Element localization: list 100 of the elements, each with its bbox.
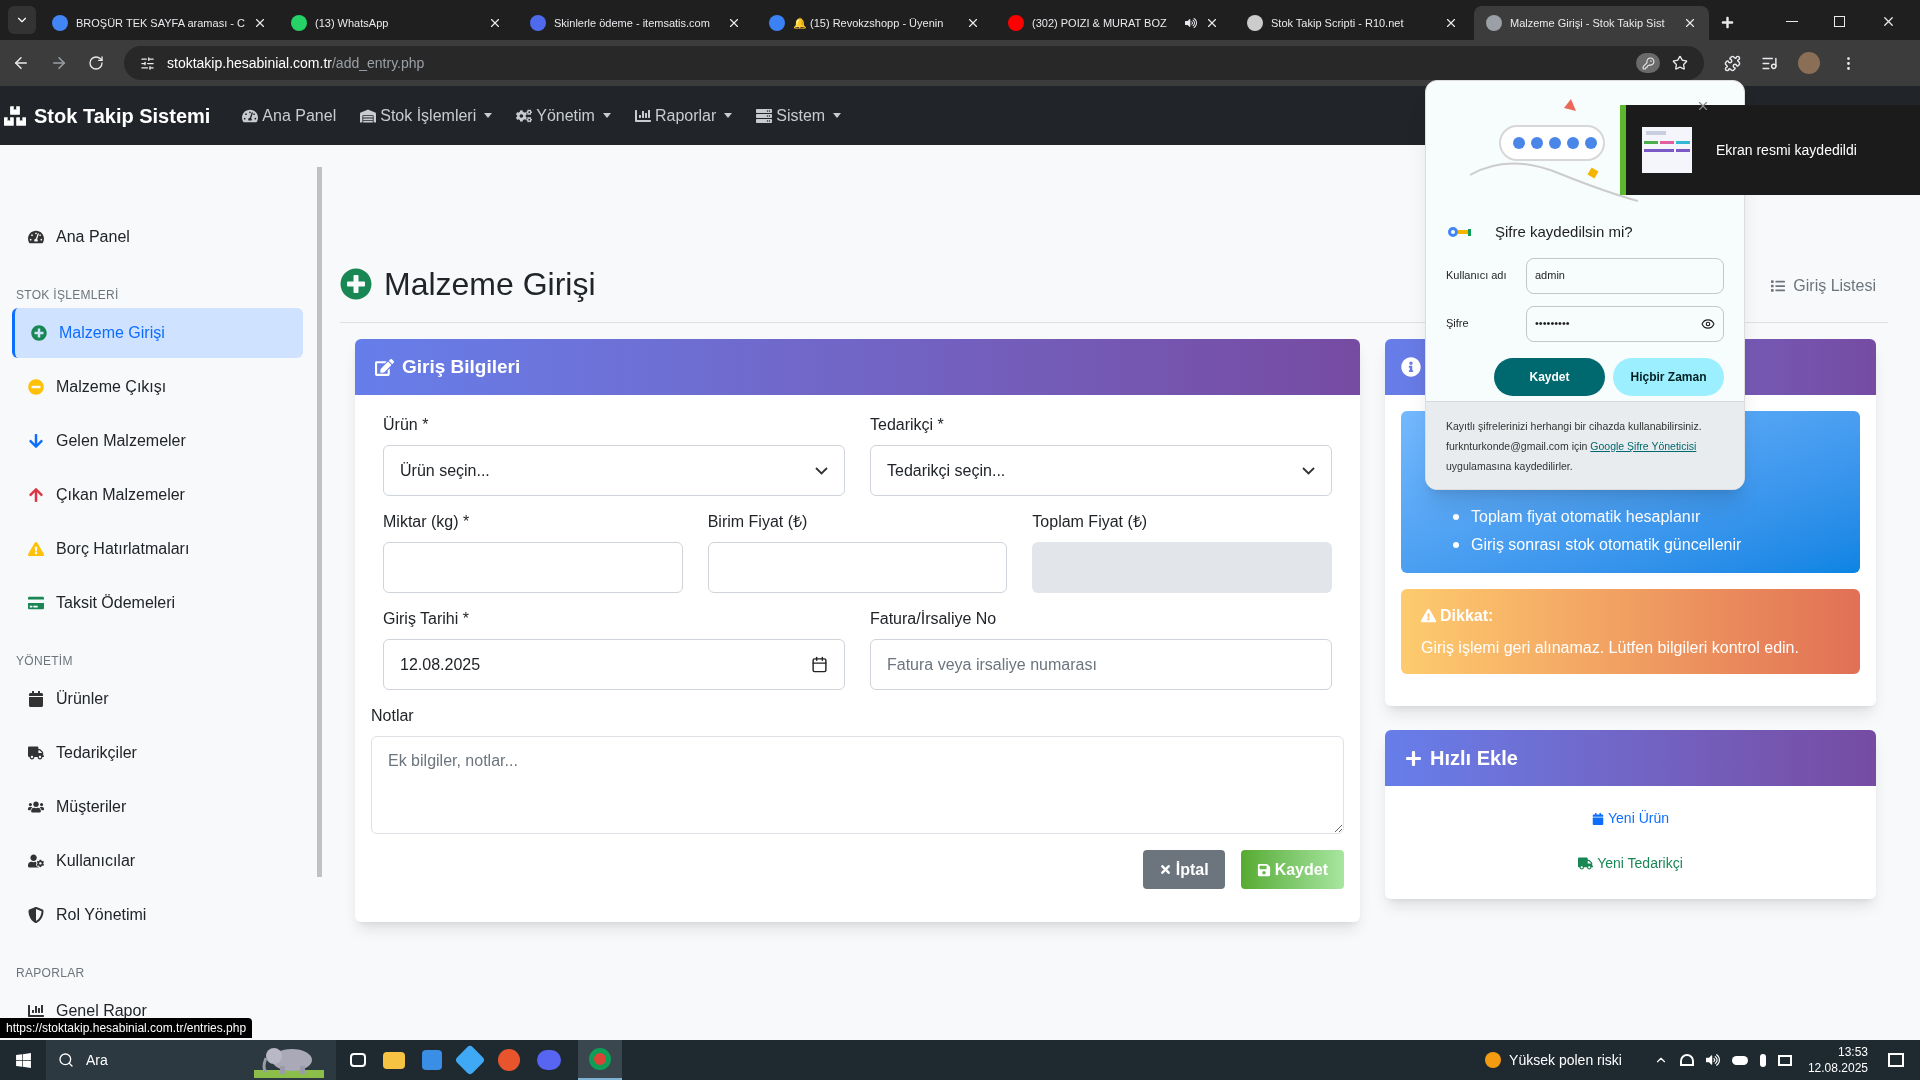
sidebar-item[interactable]: Malzeme Çıkışı [12,362,303,412]
sidebar-item[interactable]: Çıkan Malzemeler [12,470,303,520]
chevron-down-icon [815,466,828,475]
nav-menu-item[interactable]: Ana Panel [234,103,345,128]
site-icon [769,15,785,31]
save-button[interactable]: Kaydet [1494,357,1605,396]
browser-tab[interactable]: Stok Takip Scripti - R10.net [1235,6,1470,40]
browser-tab[interactable]: (13) WhatsApp [279,6,514,40]
sidebar-item[interactable]: Gelen Malzemeler [12,416,303,466]
input-field[interactable] [383,542,683,593]
list-link[interactable]: Giriş Listesi [1771,274,1876,298]
new-tab-icon[interactable] [1721,16,1734,29]
password-manager-link[interactable]: Google Şifre Yöneticisi [1590,440,1697,452]
card-title: Hızlı Ekle [1430,746,1518,771]
section-heading: STOK İŞLEMLERİ [15,287,120,304]
folder-icon[interactable] [383,1051,405,1069]
browser-tab[interactable]: Malzeme Girişi - Stok Takip Sist [1474,6,1709,40]
back-icon[interactable] [12,54,30,72]
browser-tab[interactable]: 🔔 (15) Revokzshopp - Üyenin [757,6,992,40]
arrow-down-icon [28,433,44,449]
nav-menu-item[interactable]: Sistem [748,103,850,128]
notes-field[interactable]: Ek bilgiler, notlar... [371,736,1344,834]
status-url-tooltip: https://stoktakip.hesabinial.com.tr/entries.php [0,1018,253,1038]
tip-text: Giriş sonrası stok otomatik güncellenir [1471,535,1742,555]
password-field[interactable]: ••••••••• [1526,305,1724,342]
date-field[interactable]: 12.08.2025 [383,639,845,690]
new-product-link[interactable]: Yeni Ürün [1592,808,1669,829]
sidebar-item[interactable]: Borç Hatırlatmaları [12,524,303,574]
item-label: Ana Panel [56,227,130,247]
close-icon[interactable] [1444,16,1458,30]
browser-tab[interactable]: (302) POIZI & MURAT BOZ [996,6,1231,40]
browser-tab[interactable]: Skinlerle ödeme - itemsatis.com [518,6,753,40]
reload-icon[interactable] [88,55,104,71]
item-label: Kullanıcılar [56,851,136,871]
save-icon [1256,862,1271,877]
close-icon[interactable] [727,16,741,30]
tab-title: Skinlerle ödeme - itemsatis.com [554,15,711,31]
users-icon [28,799,44,815]
display-icon[interactable] [1777,1054,1792,1066]
site-icon [530,15,546,31]
close-icon[interactable] [1205,16,1219,30]
restore-icon[interactable] [1834,16,1845,27]
boxes-icon [4,104,26,127]
new-supplier-link[interactable]: Yeni Tedarikçi [1578,853,1683,874]
sidebar-item[interactable]: Kullanıcılar [12,836,303,886]
windows-icon [14,1051,32,1069]
forward-icon[interactable] [50,54,68,72]
weather-text[interactable]: Yüksek polen riski [1509,1049,1622,1071]
star-icon[interactable] [1672,55,1688,71]
search-icon [58,1052,74,1068]
input-field[interactable]: Fatura veya irsaliye numarası [870,639,1332,690]
taskbar-search-field[interactable]: Ara [46,1040,336,1080]
sidebar-item[interactable]: Taksit Ödemeleri [12,578,303,628]
field-label: Miktar (kg) * [383,512,471,532]
calendar-icon [811,656,828,673]
brand-title[interactable]: Stok Takip Sistemi [34,100,211,131]
brand-logo[interactable]: Stok Takip Sistemi [0,100,211,131]
sidebar-item[interactable]: Ana Panel [12,212,303,262]
bar-chart-icon [634,107,651,124]
warning-icon [1421,608,1436,623]
nav-menu-item[interactable]: Yönetim [508,103,619,128]
close-icon[interactable] [1881,14,1896,29]
store-icon[interactable] [422,1050,442,1070]
browser-tab[interactable]: BROŞÜR TEK SAYFA araması - C [40,6,275,40]
speaker-icon[interactable] [1705,1053,1720,1067]
section-heading: RAPORLAR [15,965,86,982]
caret-icon [602,113,611,118]
nav-menu-item[interactable]: Raporlar [626,103,741,128]
scrollbar-thumb[interactable] [317,167,322,877]
cancel-button[interactable]: İptal [1142,850,1225,889]
close-icon[interactable] [488,16,502,30]
select-field[interactable]: Tedarikçi seçin... [870,445,1332,496]
task-view-icon[interactable] [350,1053,366,1067]
never-button[interactable]: Hiçbir Zaman [1613,357,1724,396]
username-field[interactable]: admin [1526,257,1724,294]
tab-list-button[interactable] [8,6,36,34]
calendar-icon [1592,812,1604,825]
field-label: Notlar [371,706,415,726]
sidebar-item[interactable]: Ürünler [12,674,303,724]
nav-menu-item[interactable]: Stok İşlemleri [352,103,501,128]
sidebar-item[interactable]: Rol Yönetimi [12,890,303,940]
select-field[interactable]: Ürün seçin... [383,445,845,496]
site-icon [1008,15,1024,31]
item-label: Müşteriler [56,797,127,817]
input-field[interactable] [707,542,1008,593]
close-icon[interactable] [1696,99,1710,113]
chrome-taskbar-button[interactable] [578,1040,622,1080]
key-icon[interactable] [1636,53,1660,73]
credit-card-icon [28,595,44,611]
sidebar-item[interactable]: Tedarikçiler [12,728,303,778]
address-bar[interactable]: stoktakip.hesabinial.com.tr/add_entry.php [124,46,1704,80]
sidebar-item[interactable]: Müşteriler [12,782,303,832]
eye-icon[interactable] [1701,316,1715,331]
gauge-icon [242,107,259,124]
clock-time[interactable]: 13:53 [1837,1044,1868,1060]
clock-date[interactable]: 12.08.2025 [1807,1060,1868,1076]
nav-label: Sistem [776,105,826,126]
close-icon[interactable] [1683,16,1697,30]
extensions-icon[interactable] [1724,54,1741,72]
close-icon[interactable] [966,16,980,30]
